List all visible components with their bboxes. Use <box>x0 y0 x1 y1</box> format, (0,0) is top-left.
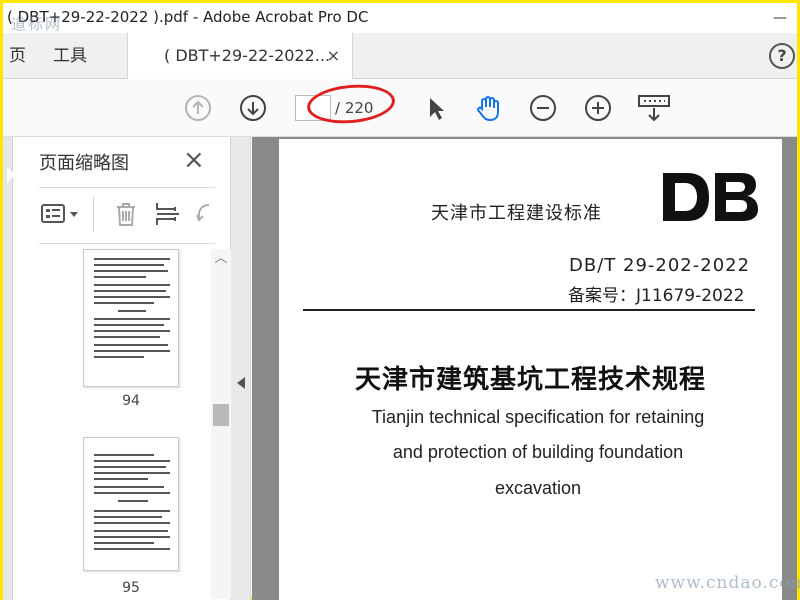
scroll-up-arrow-icon[interactable]: ︿ <box>211 249 231 269</box>
tab-close-icon[interactable]: × <box>327 33 340 79</box>
zoom-out-icon[interactable] <box>528 93 558 123</box>
page-thumbnail[interactable] <box>83 249 179 387</box>
horizontal-rule <box>303 309 755 311</box>
standard-organization: 天津市工程建设标准 <box>431 203 602 224</box>
document-title-cn: 天津市建筑基坑工程技术规程 <box>354 365 706 395</box>
page-total: / 220 <box>335 99 374 117</box>
help-icon[interactable]: ? <box>769 43 795 69</box>
keyboard-scroll-icon[interactable] <box>637 93 671 123</box>
db-logo <box>663 173 758 221</box>
collapse-arrow-icon[interactable] <box>237 377 245 389</box>
thumbnail-list: 94 95 <box>23 245 203 600</box>
tab-tools[interactable]: 工具 <box>53 33 87 79</box>
left-rail <box>3 137 15 600</box>
zoom-in-icon[interactable] <box>583 93 613 123</box>
divider <box>39 243 215 244</box>
close-icon[interactable]: × <box>183 145 205 175</box>
thumbnails-panel-title: 页面缩略图 <box>39 153 129 174</box>
thumbnail-page-label: 95 <box>122 580 140 596</box>
window-controls: — <box>773 3 787 33</box>
tab-document[interactable]: ( DBT+29-22-2022... × <box>127 33 353 79</box>
thumbnail-page-label: 94 <box>122 393 140 409</box>
previous-page-icon[interactable] <box>183 93 213 123</box>
watermark-top-left: 道标网 <box>11 15 63 33</box>
panel-collapse-strip[interactable] <box>231 137 251 600</box>
thumbnail-options-icon[interactable] <box>39 199 83 229</box>
document-title-en-line: and protection of building foundation <box>392 442 684 462</box>
tab-document-label: ( DBT+29-22-2022... <box>164 46 331 65</box>
tab-home[interactable]: 页 <box>9 33 26 79</box>
document-title-en-line: Tianjin technical specification for reta… <box>371 407 705 427</box>
document-page: 天津市工程建设标准 DB/T 29-202-2022 备案号：J11679-20… <box>279 139 782 600</box>
delete-page-icon[interactable] <box>111 199 141 229</box>
divider <box>93 197 94 231</box>
page-thumbnail[interactable] <box>83 437 179 571</box>
document-viewport[interactable]: 天津市工程建设标准 DB/T 29-202-2022 备案号：J11679-20… <box>252 137 797 600</box>
minimize-icon[interactable]: — <box>773 10 787 26</box>
standard-number: DB/T 29-202-2022 <box>569 255 751 276</box>
window-titlebar: ( DBT+29-22-2022 ).pdf - Adobe Acrobat P… <box>3 3 797 33</box>
main-toolbar: / 220 <box>3 79 797 137</box>
thumbnail-scrollbar[interactable]: ︿ <box>211 249 231 599</box>
extract-page-icon[interactable] <box>153 199 183 229</box>
record-number: 备案号：J11679-2022 <box>568 286 745 306</box>
hand-tool-icon[interactable] <box>473 93 503 123</box>
tab-bar: 页 工具 ( DBT+29-22-2022... × ? <box>3 33 797 79</box>
divider <box>39 187 215 188</box>
rotate-page-icon[interactable] <box>193 199 213 229</box>
thumbnails-panel: 页面缩略图 × 94 95 ︿ <box>13 137 231 600</box>
select-pointer-icon[interactable] <box>421 93 451 123</box>
document-title-en-line: excavation <box>494 478 582 498</box>
scrollbar-thumb[interactable] <box>213 404 229 426</box>
page-number-input[interactable] <box>295 95 331 121</box>
watermark-bottom-right: www.cndao.com <box>655 573 800 593</box>
next-page-icon[interactable] <box>238 93 268 123</box>
